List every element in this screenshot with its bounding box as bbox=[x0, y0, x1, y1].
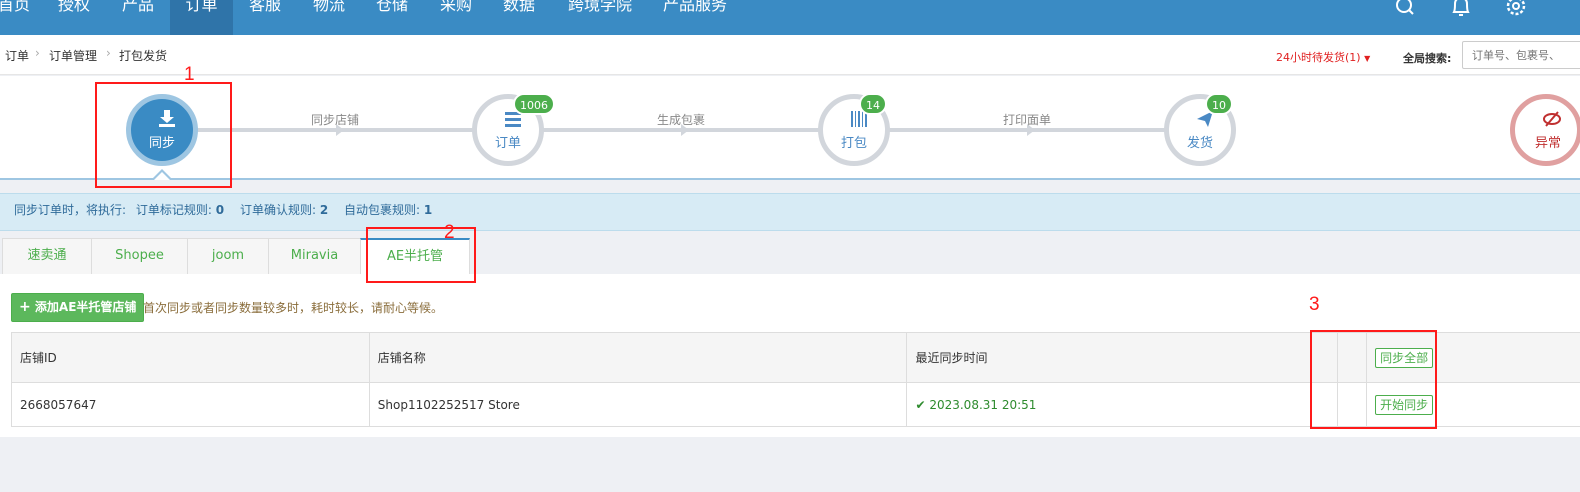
top-navigation: 首页 授权 产品 订单 客服 物流 仓储 采购 数据 跨境学院 产品服务 bbox=[0, 0, 1580, 35]
step-count-badge: 10 bbox=[1205, 93, 1233, 115]
nav-label: 物流 bbox=[312, 0, 345, 14]
nav-item-warehouse[interactable]: 仓储 bbox=[368, 0, 416, 35]
eye-slash-icon bbox=[1543, 111, 1561, 127]
add-store-label: 添加AE半托管店铺 bbox=[34, 300, 137, 314]
nav-label: 仓储 bbox=[375, 0, 408, 14]
platform-tabs: 速卖通 Shopee joom Miravia AE半托管 bbox=[0, 238, 1580, 275]
nav-label: 跨境学院 bbox=[567, 0, 632, 14]
tab-aliexpress[interactable]: 速卖通 bbox=[2, 238, 92, 274]
step-label: 订单 bbox=[494, 136, 521, 151]
step-label: 异常 bbox=[1534, 136, 1561, 151]
annotation-number-1: 1 bbox=[184, 64, 195, 85]
nav-label: 采购 bbox=[439, 0, 472, 14]
col-store-id: 店铺ID bbox=[11, 332, 370, 383]
mark-rule-link[interactable]: 订单标记规则: 0 bbox=[136, 203, 224, 217]
gear-icon[interactable] bbox=[1504, 0, 1528, 24]
nav-item-product[interactable]: 产品 bbox=[114, 0, 162, 35]
nav-item-data[interactable]: 数据 bbox=[495, 0, 543, 35]
pending-label: 24小时待发货(1) bbox=[1276, 51, 1361, 64]
sync-rules-info: 同步订单时，将执行: 订单标记规则: 0 订单确认规则: 2 自动包裹规则: 1 bbox=[0, 193, 1580, 231]
step-label: 打包 bbox=[840, 136, 867, 151]
rule-label: 自动包裹规则: bbox=[344, 203, 421, 217]
nav-label: 产品 bbox=[121, 0, 154, 14]
tab-miravia[interactable]: Miravia bbox=[268, 238, 361, 274]
col-store-name: 店铺名称 bbox=[368, 332, 908, 383]
nav-label: 订单 bbox=[185, 0, 218, 14]
nav-item-order[interactable]: 订单 bbox=[170, 0, 233, 35]
rule-value: 2 bbox=[319, 203, 329, 217]
step-count-badge: 14 bbox=[859, 93, 887, 115]
info-prefix: 同步订单时，将执行: bbox=[14, 203, 127, 217]
connector-label: 同步店铺 bbox=[311, 113, 360, 127]
breadcrumb-bar: 订单 › 订单管理 › 打包发货 24小时待发货(1) ▼ 全局搜索: bbox=[0, 35, 1580, 75]
step-abnormal[interactable]: 异常 bbox=[1510, 94, 1580, 166]
step-pack[interactable]: 打包 14 bbox=[818, 93, 890, 166]
confirm-rule-link[interactable]: 订单确认规则: 2 bbox=[240, 203, 328, 217]
annotation-box-1 bbox=[95, 82, 232, 188]
last-sync-time: 2023.08.31 20:51 bbox=[929, 397, 1037, 412]
step-order[interactable]: 订单 1006 bbox=[472, 93, 555, 166]
bell-icon[interactable] bbox=[1449, 0, 1473, 24]
annotation-box-3 bbox=[1310, 330, 1437, 429]
caret-down-icon: ▼ bbox=[1364, 54, 1371, 63]
rule-label: 订单标记规则: bbox=[135, 203, 212, 217]
rule-value: 1 bbox=[423, 203, 433, 217]
pending-shipment-link[interactable]: 24小时待发货(1) ▼ bbox=[1276, 49, 1370, 65]
add-store-button[interactable]: + 添加AE半托管店铺 bbox=[11, 293, 145, 322]
rule-label: 订单确认规则: bbox=[239, 203, 316, 217]
col-last-sync: 最近同步时间 bbox=[906, 332, 1339, 383]
check-icon: ✔ bbox=[915, 397, 926, 412]
tab-shopee[interactable]: Shopee bbox=[91, 238, 188, 274]
store-id-cell: 2668057647 bbox=[11, 382, 370, 427]
nav-item-academy[interactable]: 跨境学院 bbox=[560, 0, 640, 35]
search-icon[interactable] bbox=[1393, 0, 1417, 24]
nav-item-service[interactable]: 客服 bbox=[241, 0, 289, 35]
annotation-number-2: 2 bbox=[444, 222, 455, 243]
global-search-label: 全局搜索: bbox=[1403, 52, 1452, 65]
step-label: 发货 bbox=[1186, 136, 1213, 151]
nav-item-logistics[interactable]: 物流 bbox=[305, 0, 353, 35]
nav-label: 产品服务 bbox=[662, 0, 727, 14]
nav-label: 授权 bbox=[57, 0, 90, 14]
nav-label: 客服 bbox=[248, 0, 281, 14]
nav-item-purchase[interactable]: 采购 bbox=[432, 0, 480, 35]
step-count-badge: 1006 bbox=[513, 93, 555, 115]
global-search-input[interactable] bbox=[1462, 41, 1580, 69]
breadcrumb-item[interactable]: 订单 bbox=[5, 47, 29, 64]
plus-icon: + bbox=[19, 299, 31, 315]
nav-item-auth[interactable]: 授权 bbox=[50, 0, 98, 35]
nav-label: 数据 bbox=[502, 0, 535, 14]
tab-joom[interactable]: joom bbox=[187, 238, 269, 274]
connector-label: 生成包裹 bbox=[657, 113, 706, 127]
last-sync-cell: ✔ 2023.08.31 20:51 bbox=[906, 382, 1339, 427]
nav-item-product-service[interactable]: 产品服务 bbox=[655, 0, 735, 35]
breadcrumb-item[interactable]: 订单管理 bbox=[49, 47, 97, 64]
breadcrumb-separator: › bbox=[35, 46, 40, 60]
annotation-number-3: 3 bbox=[1309, 294, 1320, 315]
connector-label: 打印面单 bbox=[1003, 113, 1052, 127]
nav-label: 首页 bbox=[0, 0, 30, 14]
pack-rule-link[interactable]: 自动包裹规则: 1 bbox=[344, 203, 432, 217]
rule-value: 0 bbox=[215, 203, 225, 217]
breadcrumb-item: 打包发货 bbox=[119, 49, 168, 63]
breadcrumb-separator: › bbox=[106, 46, 111, 60]
process-steps: 同步店铺 生成包裹 打印面单 同步 订单 1006 打包 14 发货 10 异常 bbox=[0, 76, 1580, 180]
store-name-cell: Shop1102252517 Store bbox=[368, 382, 908, 427]
nav-item-home[interactable]: 首页 bbox=[0, 0, 36, 35]
step-ship[interactable]: 发货 10 bbox=[1164, 93, 1236, 166]
annotation-box-2 bbox=[366, 227, 476, 283]
sync-hint: 首次同步或者同步数量较多时，耗时较长，请耐心等候。 bbox=[143, 301, 444, 315]
